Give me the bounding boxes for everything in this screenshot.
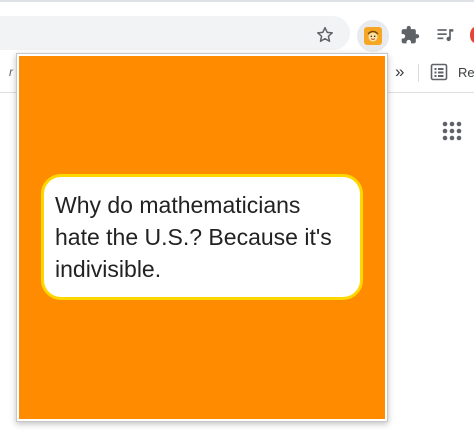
popup-background: Why do mathematicians hate the U.S.? Bec… [19, 56, 385, 419]
apps-grid-icon[interactable] [441, 120, 463, 142]
address-bar[interactable] [0, 16, 350, 50]
reading-list-label[interactable]: Re [458, 65, 474, 80]
bookmarks-overflow-button[interactable]: » [395, 62, 404, 82]
bookmark-item-truncated[interactable]: r [9, 65, 13, 79]
browser-window: ges [0, 0, 474, 430]
extensions-puzzle-icon[interactable] [398, 23, 422, 47]
tab-strip-edge [0, 0, 474, 2]
bookmark-star-icon[interactable] [314, 24, 336, 46]
joke-card: Why do mathematicians hate the U.S.? Bec… [41, 174, 363, 300]
bookmarks-divider [418, 64, 419, 82]
profile-avatar-icon[interactable] [470, 27, 474, 43]
extension-popup: Why do mathematicians hate the U.S.? Bec… [16, 53, 388, 422]
browser-toolbar [0, 0, 474, 52]
media-playlist-icon[interactable] [434, 24, 456, 46]
reading-list-icon[interactable] [430, 63, 448, 81]
joke-extension-icon[interactable] [357, 20, 389, 52]
joke-text: Why do mathematicians hate the U.S.? Bec… [55, 192, 332, 282]
